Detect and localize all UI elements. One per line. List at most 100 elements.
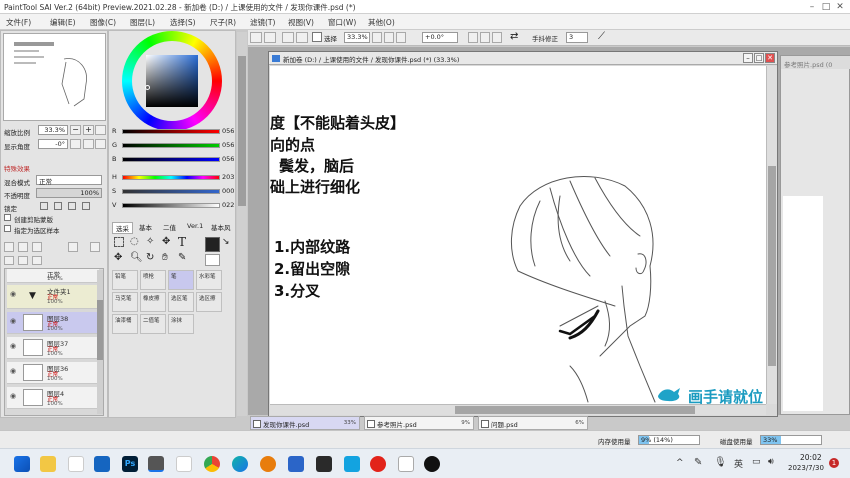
windows-start-icon[interactable] (14, 456, 30, 472)
zoom-in-button[interactable]: + (83, 125, 94, 135)
tool-watercolor[interactable]: 水彩笔 (196, 270, 222, 290)
new-folder-icon[interactable] (32, 242, 42, 252)
lasso-icon[interactable]: ◌ (130, 236, 139, 247)
flip-icon[interactable]: ⇄ (510, 31, 518, 42)
bg-document-window[interactable]: 参考照片.psd (0 (780, 55, 850, 415)
saturation-slider[interactable] (122, 189, 220, 194)
tab-brush-3[interactable]: Ver.1 (184, 222, 206, 230)
angle-field[interactable]: -0° (38, 139, 68, 149)
tool-marker[interactable]: 马克笔 (112, 292, 138, 312)
menu-filter[interactable]: 滤镜(T) (250, 17, 275, 28)
app-icon[interactable] (176, 456, 192, 472)
foreground-color-swatch[interactable] (205, 237, 220, 252)
transfer-icon[interactable] (18, 256, 28, 265)
doc-tab-active[interactable]: 发现你课件.psd 33% (250, 416, 360, 430)
copy-layer-icon[interactable] (68, 242, 78, 252)
rotate-icon[interactable]: ↻ (146, 252, 154, 263)
menu-ruler[interactable]: 尺子(R) (210, 17, 236, 28)
netease-icon[interactable] (370, 456, 386, 472)
tab-brush-1[interactable]: 基本 (136, 222, 155, 232)
layer-item[interactable]: ◉ 图层36 正常 100% (7, 362, 99, 384)
tab-brush-0[interactable]: 选采 (112, 222, 133, 234)
zoom-minus-button[interactable] (372, 32, 382, 43)
hand-icon[interactable]: ✋︎ (162, 252, 168, 263)
clock-date[interactable]: 2023/7/30 (788, 464, 824, 472)
eye-icon[interactable]: ◉ (10, 290, 20, 298)
merge-down-icon[interactable] (4, 256, 14, 265)
zoom-fit-button[interactable] (396, 32, 406, 43)
angle-dropdown[interactable]: +0.0° (422, 32, 458, 43)
menu-image[interactable]: 图像(C) (90, 17, 116, 28)
rotate-reset-toolbar-button[interactable] (492, 32, 502, 43)
tool-blur[interactable]: 涂抹 (168, 314, 194, 334)
blue-slider[interactable] (122, 157, 220, 162)
file-explorer-icon[interactable] (40, 456, 56, 472)
app-icon-3[interactable] (344, 456, 360, 472)
lock-icons[interactable] (40, 202, 100, 211)
tool-select-eraser[interactable]: 选区擦 (196, 292, 222, 312)
doc-tab[interactable]: 问题.psd 6% (478, 416, 588, 430)
volume-icon[interactable]: 🔊︎ (768, 457, 774, 467)
undo-button[interactable] (250, 32, 262, 43)
doc-tab[interactable]: 参考照片.psd 9% (364, 416, 474, 430)
red-slider[interactable] (122, 129, 220, 134)
doc-close-button[interactable]: ✕ (765, 53, 775, 63)
stabilizer-dropdown[interactable]: 3 (566, 32, 588, 43)
menu-other[interactable]: 其他(O) (368, 17, 395, 28)
blend-select[interactable]: 正常 (36, 175, 102, 186)
folder-item[interactable]: ◉ ▼ 文件夹1 正常 100% (7, 285, 99, 309)
rotate-ccw-button[interactable] (468, 32, 478, 43)
zoom-plus-button[interactable] (384, 32, 394, 43)
tab-brush-4[interactable]: 基本风 (208, 222, 234, 232)
mic-icon[interactable]: 🎙︎ (714, 457, 727, 468)
store-icon[interactable] (68, 456, 84, 472)
blender-icon[interactable] (260, 456, 276, 472)
green-slider[interactable] (122, 143, 220, 148)
line-tool-icon[interactable]: ⟋ (598, 31, 605, 42)
canvas[interactable]: 度【不能贴着头皮】 向的点 ，鬓发，脑后 础上进行细化 1.内部纹路 2.留出空… (270, 66, 766, 404)
qq-icon[interactable] (424, 456, 440, 472)
redo-button[interactable] (264, 32, 276, 43)
layer-scrollbar[interactable] (97, 270, 103, 414)
zoom-dropdown[interactable]: 33.3% (344, 32, 370, 43)
eye-icon[interactable]: ◉ (10, 392, 20, 400)
pan-icon[interactable]: ✥ (114, 252, 122, 263)
select-sample-checkbox[interactable] (4, 225, 11, 232)
pen-icon[interactable]: ✎ (694, 457, 702, 468)
opacity-slider[interactable]: 100% (36, 188, 102, 198)
input-lang[interactable]: 英 (734, 457, 743, 470)
zoom-out-button[interactable]: − (70, 125, 81, 135)
canvas-vertical-scrollbar[interactable] (766, 66, 777, 404)
navigator-preview[interactable] (3, 33, 106, 121)
doc-maximize-button[interactable]: □ (754, 53, 764, 63)
eye-icon[interactable]: ◉ (10, 367, 20, 375)
new-layer-icon[interactable] (4, 242, 14, 252)
tool-binary-pen[interactable]: 二值笔 (140, 314, 166, 334)
chrome-icon[interactable] (204, 456, 220, 472)
hue-slider[interactable] (122, 175, 220, 180)
new-linework-icon[interactable] (18, 242, 28, 252)
move-icon[interactable]: ✥ (162, 236, 170, 247)
panel-scrollbar[interactable] (237, 32, 247, 416)
rect-select-icon[interactable] (114, 237, 124, 247)
edge-icon[interactable] (232, 456, 248, 472)
rotate-cw-button[interactable] (480, 32, 490, 43)
tool-select-pen[interactable]: 选区笔 (168, 292, 194, 312)
menu-edit[interactable]: 编辑(E) (50, 17, 76, 28)
tool-airbrush[interactable]: 喷枪 (140, 270, 166, 290)
folder-expand-icon[interactable]: ▼ (29, 291, 36, 301)
zoom-field[interactable]: 33.3% (38, 125, 68, 135)
magic-wand-icon[interactable]: ✧ (146, 236, 154, 247)
menu-layer[interactable]: 图层(L) (130, 17, 155, 28)
transparent-color-swatch[interactable] (205, 254, 220, 266)
clear-layer-icon[interactable] (32, 256, 42, 265)
select-checkbox[interactable] (312, 32, 322, 42)
layer-item-selected[interactable]: ◉ 图层38 正常 100% (7, 312, 99, 334)
doc-minimize-button[interactable]: – (743, 53, 753, 63)
menu-view[interactable]: 视图(V) (288, 17, 314, 28)
deselect-button[interactable] (282, 32, 294, 43)
layer-item[interactable]: ◉ 图层4 正常 100% (7, 387, 99, 409)
notification-badge[interactable]: 1 (829, 458, 839, 468)
value-slider[interactable] (122, 203, 220, 208)
zoom-icon[interactable]: 🔍︎ (130, 252, 143, 263)
